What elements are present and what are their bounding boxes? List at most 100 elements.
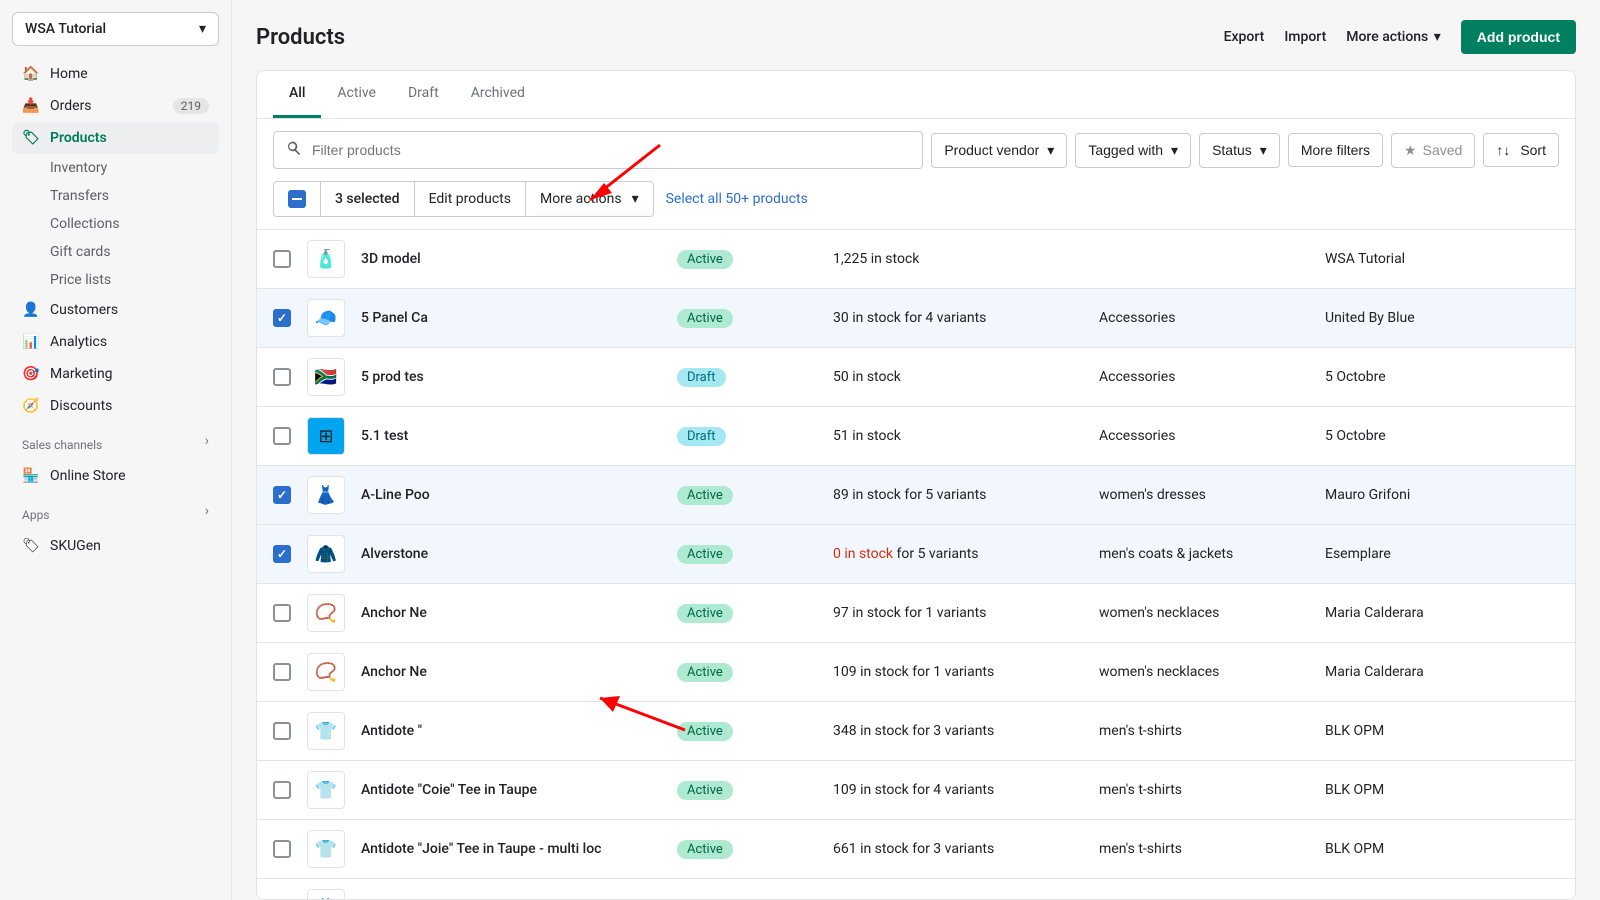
nav-home[interactable]: 🏠Home: [12, 58, 219, 90]
row-checkbox[interactable]: [273, 427, 291, 445]
search-input[interactable]: [312, 142, 910, 158]
nav-sub-collections[interactable]: Collections: [12, 210, 219, 238]
tab-all[interactable]: All: [273, 71, 321, 118]
product-status: Draft: [677, 368, 817, 387]
product-name[interactable]: Anchor Ne: [361, 605, 661, 621]
store-name: WSA Tutorial: [25, 21, 106, 37]
table-row[interactable]: 🇿🇦 5 prod tes Draft 50 in stock Accessor…: [257, 347, 1575, 406]
export-link[interactable]: Export: [1224, 29, 1265, 45]
page-title: Products: [256, 25, 345, 50]
search-icon: [286, 140, 302, 160]
table-row[interactable]: 👕 Antidote " Active 348 in stock for 3 v…: [257, 701, 1575, 760]
nav-app-skugen[interactable]: 🏷 SKUGen: [12, 530, 219, 562]
tab-active[interactable]: Active: [321, 71, 392, 118]
products-icon: 🏷: [22, 129, 40, 147]
product-name[interactable]: 5.1 test: [361, 428, 661, 444]
saved-button[interactable]: ★ Saved: [1391, 133, 1475, 168]
bulk-more-actions[interactable]: More actions ▾ Remove available channel(…: [526, 182, 653, 216]
table-row[interactable]: ⊞ 5.1 test Draft 51 in stock Accessories…: [257, 406, 1575, 465]
store-selector[interactable]: WSA Tutorial ▾: [12, 12, 219, 46]
tab-archived[interactable]: Archived: [455, 71, 541, 118]
search-input-wrap[interactable]: [273, 131, 923, 169]
nav-analytics[interactable]: 📊Analytics: [12, 326, 219, 358]
selection-checkbox-cell[interactable]: [274, 182, 321, 216]
product-inventory: 0 in stock for 5 variants: [833, 546, 1083, 562]
nav-marketing[interactable]: 🎯 Marketing: [12, 358, 219, 390]
product-thumbnail: 📿: [307, 594, 345, 632]
import-link[interactable]: Import: [1284, 29, 1326, 45]
nav-online-store[interactable]: 🏪 Online Store: [12, 460, 219, 492]
add-product-button[interactable]: Add product: [1461, 20, 1576, 54]
table-row[interactable]: 👕 Antidote "Coie" Tee in Taupe Active 10…: [257, 760, 1575, 819]
table-row[interactable]: 📿 Anchor Ne Active 109 in stock for 1 va…: [257, 642, 1575, 701]
chevron-right-icon[interactable]: ›: [205, 433, 209, 449]
product-status: Active: [677, 722, 817, 741]
chevron-right-icon[interactable]: ›: [205, 503, 209, 519]
filter-tagged[interactable]: Tagged with ▾: [1075, 133, 1191, 168]
filters-row: Product vendor ▾ Tagged with ▾ Status ▾ …: [257, 119, 1575, 181]
filter-vendor[interactable]: Product vendor ▾: [931, 133, 1067, 168]
product-thumbnail: 👕: [307, 830, 345, 868]
row-checkbox[interactable]: [273, 368, 291, 386]
product-type: Accessories: [1099, 310, 1309, 326]
nav-sub-transfers[interactable]: Transfers: [12, 182, 219, 210]
filter-status[interactable]: Status ▾: [1199, 133, 1280, 168]
table-row[interactable]: 🧴 3D model Active 1,225 in stock WSA Tut…: [257, 229, 1575, 288]
product-type: women's necklaces: [1099, 605, 1309, 621]
product-inventory: 1,225 in stock: [833, 251, 1083, 267]
nav-discounts[interactable]: 🧭Discounts: [12, 390, 219, 422]
selection-count: 3 selected: [321, 182, 415, 216]
nav-sub-gift-cards[interactable]: Gift cards: [12, 238, 219, 266]
main-content: Products Export Import More actions ▾ Ad…: [232, 0, 1600, 900]
row-checkbox[interactable]: [273, 663, 291, 681]
row-checkbox[interactable]: [273, 486, 291, 504]
table-row[interactable]: 📿 Anchor Ne Active 97 in stock for 1 var…: [257, 583, 1575, 642]
row-checkbox[interactable]: [273, 604, 291, 622]
nav-label: Discounts: [50, 398, 112, 414]
row-checkbox[interactable]: [273, 250, 291, 268]
product-name[interactable]: 3D model: [361, 251, 661, 267]
product-name[interactable]: Antidote ": [361, 723, 661, 739]
product-thumbnail: 👕: [307, 771, 345, 809]
product-type: women's dresses: [1099, 487, 1309, 503]
product-type: men's coats & jackets: [1099, 546, 1309, 562]
table-row[interactable]: 🧥 Alverstone Active 0 in stock for 5 var…: [257, 524, 1575, 583]
row-checkbox[interactable]: [273, 722, 291, 740]
product-thumbnail: ⊞: [307, 417, 345, 455]
nav-sub-price-lists[interactable]: Price lists: [12, 266, 219, 294]
tab-draft[interactable]: Draft: [392, 71, 455, 118]
table-row[interactable]: 👗 Asymmetric Dress in Black 16kg Bis Act…: [257, 878, 1575, 899]
row-checkbox[interactable]: [273, 781, 291, 799]
product-name[interactable]: A-Line Poo: [361, 487, 661, 503]
product-vendor: Mauro Grifoni: [1325, 487, 1559, 503]
product-name[interactable]: Antidote "Joie" Tee in Taupe - multi loc: [361, 841, 661, 857]
table-row[interactable]: 👕 Antidote "Joie" Tee in Taupe - multi l…: [257, 819, 1575, 878]
row-checkbox[interactable]: [273, 309, 291, 327]
product-name[interactable]: Antidote "Coie" Tee in Taupe: [361, 782, 661, 798]
product-name[interactable]: Alverstone: [361, 546, 661, 562]
marketing-icon: 🎯: [22, 365, 40, 383]
nav-label: Marketing: [50, 366, 113, 382]
product-name[interactable]: Anchor Ne: [361, 664, 661, 680]
product-vendor: BLK OPM: [1325, 723, 1559, 739]
product-name[interactable]: 5 prod tes: [361, 369, 661, 385]
table-row[interactable]: 🧢 5 Panel Ca Active 30 in stock for 4 va…: [257, 288, 1575, 347]
select-all-link[interactable]: Select all 50+ products: [666, 191, 808, 207]
row-checkbox[interactable]: [273, 545, 291, 563]
filter-more[interactable]: More filters: [1288, 133, 1383, 167]
edit-products-button[interactable]: Edit products: [415, 182, 526, 216]
nav-sub-inventory[interactable]: Inventory: [12, 154, 219, 182]
checkbox-indeterminate-icon: [288, 190, 306, 208]
caret-down-icon: ▾: [1260, 142, 1267, 159]
table-row[interactable]: 👗 A-Line Poo Active 89 in stock for 5 va…: [257, 465, 1575, 524]
row-checkbox[interactable]: [273, 840, 291, 858]
product-type: Accessories: [1099, 428, 1309, 444]
more-actions-link[interactable]: More actions ▾: [1346, 29, 1441, 45]
product-name[interactable]: 5 Panel Ca: [361, 310, 661, 326]
nav-orders[interactable]: 📥Orders219: [12, 90, 219, 122]
sort-button[interactable]: ↑↓Sort: [1483, 133, 1559, 167]
nav-products[interactable]: 🏷Products: [12, 122, 219, 154]
nav-customers[interactable]: 👤Customers: [12, 294, 219, 326]
nav-badge: 219: [173, 98, 209, 114]
nav-label: Orders: [50, 98, 92, 114]
